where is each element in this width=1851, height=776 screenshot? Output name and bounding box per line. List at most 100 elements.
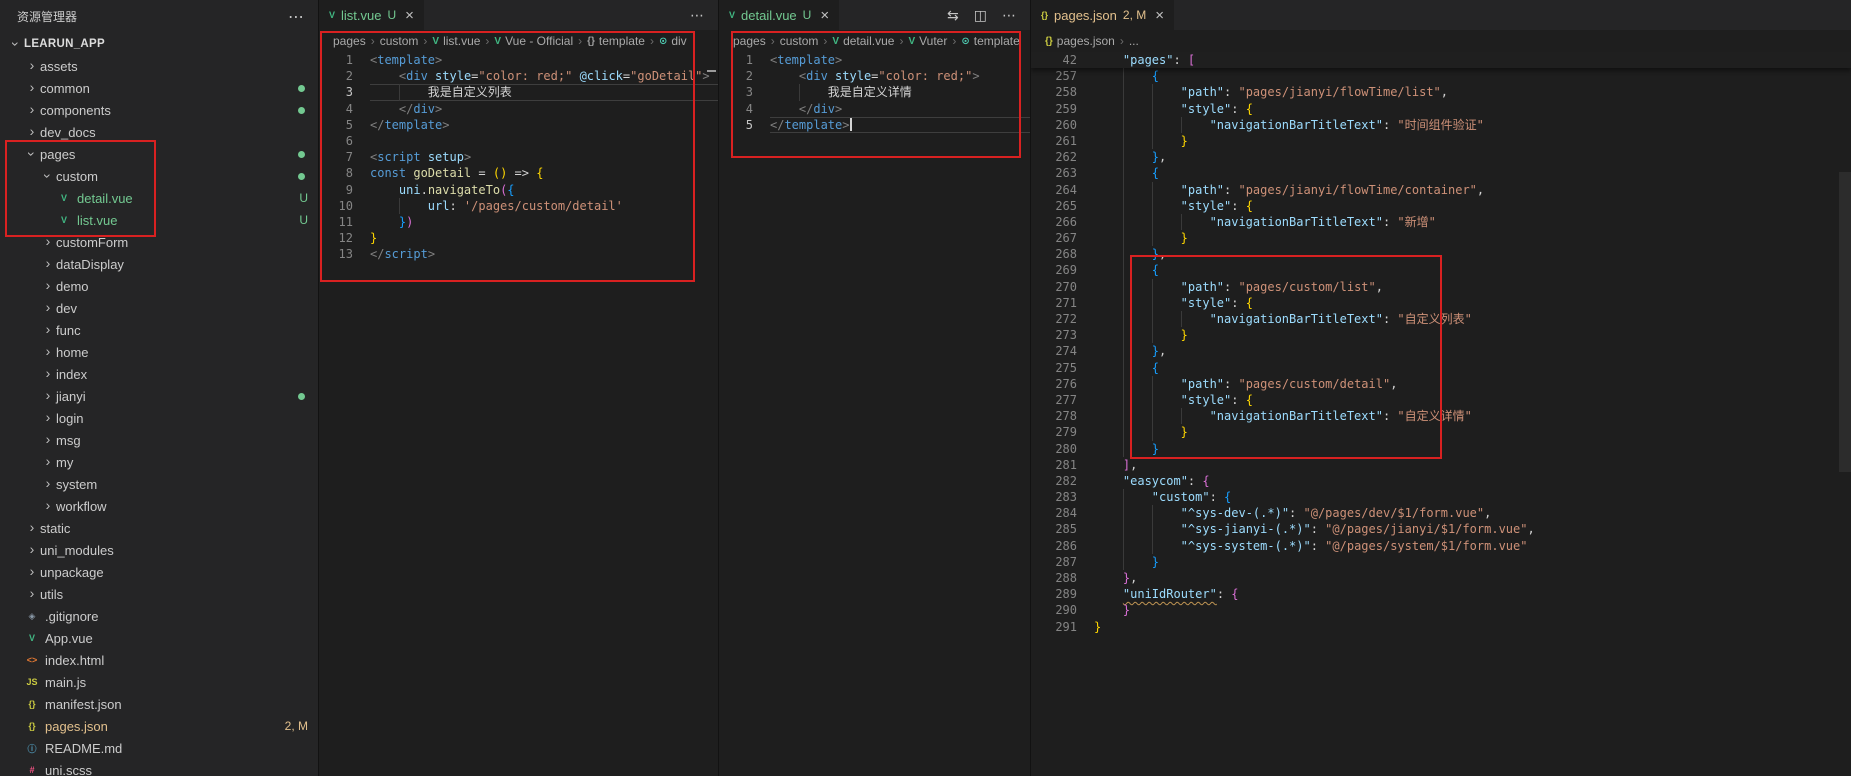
chevron-right-icon: › bbox=[40, 387, 56, 403]
line-number: 4 bbox=[319, 101, 370, 117]
sidebar-item-home[interactable]: ›home bbox=[0, 341, 318, 363]
more-actions-icon[interactable]: ⋯ bbox=[690, 7, 704, 24]
breadcrumb-item[interactable]: ... bbox=[1129, 34, 1139, 48]
sidebar-item-workflow[interactable]: ›workflow bbox=[0, 495, 318, 517]
sidebar-item-dev-docs[interactable]: ›dev_docs bbox=[0, 121, 318, 143]
line-number: 289 bbox=[1031, 586, 1094, 602]
line-number: 281 bbox=[1031, 457, 1094, 473]
breadcrumb-item[interactable]: pages bbox=[333, 34, 366, 48]
sidebar-item-app-vue[interactable]: VApp.vue bbox=[0, 627, 318, 649]
tab-label: list.vue bbox=[341, 8, 381, 23]
item-label: common bbox=[40, 81, 90, 96]
js-icon: JS bbox=[24, 677, 40, 687]
sidebar-item-index[interactable]: ›index bbox=[0, 363, 318, 385]
line-number: 269 bbox=[1031, 262, 1094, 278]
breadcrumb-item[interactable]: VVuter bbox=[908, 34, 947, 48]
html-icon: <> bbox=[24, 655, 40, 665]
sidebar-item-learun-app[interactable]: ›LEARUN_APP bbox=[0, 33, 318, 55]
line-number: 42 bbox=[1031, 52, 1094, 68]
code-line: 42"pages": [ bbox=[1031, 52, 1851, 68]
code-line: 2<div style="color: red;"> bbox=[719, 68, 1030, 84]
line-number: 4 bbox=[719, 101, 770, 117]
sidebar-item-dev[interactable]: ›dev bbox=[0, 297, 318, 319]
sidebar-item-index-html[interactable]: <>index.html bbox=[0, 649, 318, 671]
sidebar-item-assets[interactable]: ›assets bbox=[0, 55, 318, 77]
sidebar-item-components[interactable]: ›components bbox=[0, 99, 318, 121]
breadcrumb-separator: › bbox=[823, 34, 827, 48]
item-label: my bbox=[56, 455, 73, 470]
code-editor[interactable]: 42"pages": [257{258"path": "pages/jianyi… bbox=[1031, 52, 1851, 776]
editor-groups: Vlist.vueU×⋯pages›custom›Vlist.vue›VVue … bbox=[318, 0, 1851, 776]
scrollbar[interactable] bbox=[1018, 52, 1030, 776]
sidebar-item-demo[interactable]: ›demo bbox=[0, 275, 318, 297]
close-icon[interactable]: × bbox=[820, 7, 829, 24]
item-label: App.vue bbox=[45, 631, 93, 646]
line-number: 288 bbox=[1031, 570, 1094, 586]
tab-detail-vue[interactable]: Vdetail.vueU× bbox=[719, 0, 839, 30]
breadcrumb-separator: › bbox=[952, 34, 956, 48]
breadcrumb-item[interactable]: custom bbox=[380, 34, 419, 48]
sidebar-item-static[interactable]: ›static bbox=[0, 517, 318, 539]
sidebar-item-jianyi[interactable]: ›jianyi bbox=[0, 385, 318, 407]
line-number: 274 bbox=[1031, 343, 1094, 359]
chevron-right-icon: › bbox=[40, 277, 56, 293]
breadcrumb-item[interactable]: Vdetail.vue bbox=[832, 34, 894, 48]
line-number: 266 bbox=[1031, 214, 1094, 230]
more-actions-icon[interactable]: ⋯ bbox=[1002, 7, 1016, 24]
sidebar-item-main-js[interactable]: JSmain.js bbox=[0, 671, 318, 693]
tab-git-badge: U bbox=[387, 8, 396, 22]
sidebar-item-readme-md[interactable]: ⓘREADME.md bbox=[0, 737, 318, 759]
breadcrumb-item[interactable]: {}pages.json bbox=[1045, 34, 1115, 48]
sidebar-item-common[interactable]: ›common bbox=[0, 77, 318, 99]
more-actions-icon[interactable]: ⋯ bbox=[288, 7, 304, 27]
split-editor-icon[interactable]: ◫ bbox=[974, 7, 987, 24]
code-line: 259"style": { bbox=[1031, 101, 1851, 117]
code-line: 5</template> bbox=[319, 117, 718, 133]
breadcrumb-item[interactable]: pages bbox=[733, 34, 766, 48]
breadcrumb-item[interactable]: custom bbox=[780, 34, 819, 48]
sidebar-item-my[interactable]: ›my bbox=[0, 451, 318, 473]
vscode-window: 资源管理器 ⋯ ›LEARUN_APP›assets›common›compon… bbox=[0, 0, 1851, 776]
sidebar-item-system[interactable]: ›system bbox=[0, 473, 318, 495]
sidebar-item-pages-json[interactable]: {}pages.json2, M bbox=[0, 715, 318, 737]
tab-bar: {}pages.json2, M× bbox=[1031, 0, 1851, 30]
sidebar-item-uni-modules[interactable]: ›uni_modules bbox=[0, 539, 318, 561]
line-number: 278 bbox=[1031, 408, 1094, 424]
sidebar-item-msg[interactable]: ›msg bbox=[0, 429, 318, 451]
code-editor[interactable]: 1<template>2<div style="color: red;" @cl… bbox=[319, 52, 718, 776]
breadcrumb-item[interactable]: ⊙div bbox=[659, 34, 687, 48]
line-number: 5 bbox=[719, 117, 770, 133]
sidebar-item-utils[interactable]: ›utils bbox=[0, 583, 318, 605]
line-number: 2 bbox=[319, 68, 370, 84]
sidebar-item-func[interactable]: ›func bbox=[0, 319, 318, 341]
sidebar-item-pages[interactable]: ›pages bbox=[0, 143, 318, 165]
code-line: 6 bbox=[319, 133, 718, 149]
scrollbar[interactable] bbox=[706, 52, 718, 776]
item-label: uni_modules bbox=[40, 543, 114, 558]
breadcrumb-item[interactable]: ⊙template bbox=[961, 34, 1019, 48]
breadcrumb-item[interactable]: {}template bbox=[587, 34, 645, 48]
close-icon[interactable]: × bbox=[1155, 7, 1164, 24]
code-line: 269{ bbox=[1031, 262, 1851, 278]
sidebar-item-manifest-json[interactable]: {}manifest.json bbox=[0, 693, 318, 715]
scrollbar[interactable] bbox=[1839, 52, 1851, 776]
sidebar-item-unpackage[interactable]: ›unpackage bbox=[0, 561, 318, 583]
sidebar-item-detail-vue[interactable]: Vdetail.vueU bbox=[0, 187, 318, 209]
line-number: 286 bbox=[1031, 538, 1094, 554]
sidebar-item-login[interactable]: ›login bbox=[0, 407, 318, 429]
tab-list-vue[interactable]: Vlist.vueU× bbox=[319, 0, 424, 30]
open-changes-icon[interactable]: ⇆ bbox=[947, 7, 959, 24]
sidebar-item-custom[interactable]: ›custom bbox=[0, 165, 318, 187]
tab-pages-json[interactable]: {}pages.json2, M× bbox=[1031, 0, 1174, 30]
sidebar-item-list-vue[interactable]: Vlist.vueU bbox=[0, 209, 318, 231]
item-label: README.md bbox=[45, 741, 122, 756]
close-icon[interactable]: × bbox=[405, 7, 414, 24]
sidebar-item-datadisplay[interactable]: ›dataDisplay bbox=[0, 253, 318, 275]
sidebar-item-gitignore[interactable]: ◈.gitignore bbox=[0, 605, 318, 627]
sidebar-item-customform[interactable]: ›customForm bbox=[0, 231, 318, 253]
editor-group-list-vue: Vlist.vueU×⋯pages›custom›Vlist.vue›VVue … bbox=[318, 0, 718, 776]
breadcrumb-item[interactable]: Vlist.vue bbox=[432, 34, 480, 48]
breadcrumb-item[interactable]: VVue - Official bbox=[494, 34, 573, 48]
code-editor[interactable]: 1<template>2<div style="color: red;">3我是… bbox=[719, 52, 1030, 776]
sidebar-item-uni-scss[interactable]: #uni.scss bbox=[0, 759, 318, 776]
